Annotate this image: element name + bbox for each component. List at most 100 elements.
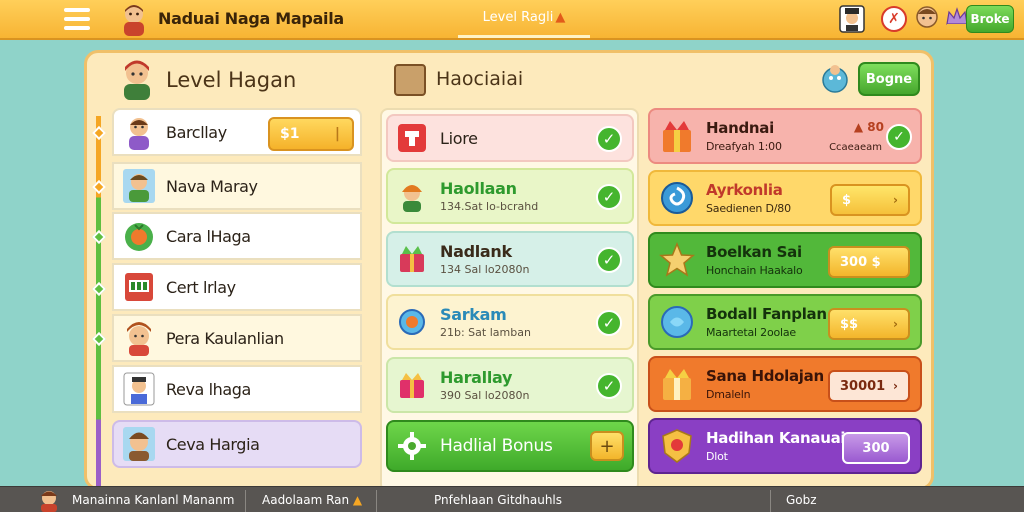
gift-icon xyxy=(400,373,424,398)
price-button[interactable]: $ › xyxy=(830,184,910,216)
player-name: Reva lhaga xyxy=(166,379,251,399)
bottom-item-status[interactable]: Pnfehlaan Gitdhauhls xyxy=(434,493,562,507)
price-button[interactable]: $$ › xyxy=(828,308,910,340)
badge-value: 80 xyxy=(867,120,884,134)
gift-icon xyxy=(663,369,691,400)
list-item[interactable]: Sana Hdolajan Dmaleln 30001 › xyxy=(648,356,922,412)
flame-icon: ▲ xyxy=(555,10,566,25)
list-item[interactable]: Reva lhaga xyxy=(112,365,362,413)
item-title: Haollaan xyxy=(440,179,517,198)
progress-timeline xyxy=(96,116,101,486)
list-item[interactable]: Nava Maray xyxy=(112,162,362,210)
flame-icon: ▲ xyxy=(349,493,363,507)
list-item[interactable]: Haollaan 134.Sat lo-bcrahd ✓ xyxy=(386,168,634,224)
swirl-icon xyxy=(661,182,693,214)
item-title: Bodall Fanplan xyxy=(706,305,827,323)
price-value: $$ xyxy=(840,316,859,332)
coin-button[interactable]: $1 | xyxy=(268,117,354,151)
item-subtitle: Saedienen D/80 xyxy=(706,202,791,215)
player-list: Barcllay $1 | Nava Maray Cara lHaga Cert … xyxy=(91,106,366,491)
bonus-button[interactable]: Hadlial Bonus + xyxy=(386,420,634,472)
bottom-item-more[interactable]: Gobz xyxy=(786,493,817,507)
chevron-right-icon: › xyxy=(893,317,898,331)
face-icon[interactable] xyxy=(914,4,940,32)
divider xyxy=(245,490,246,512)
avatar-icon xyxy=(127,322,151,356)
list-item[interactable]: Ceva Hargia xyxy=(112,420,362,468)
tab-level-label: Level Ragli xyxy=(482,10,554,25)
check-icon: ✓ xyxy=(596,184,622,210)
gift-icon xyxy=(663,121,691,152)
list-item[interactable]: Handnai Dreafyah 1:00 ▲ 80 Ccaeaeam ✓ xyxy=(648,108,922,164)
divider xyxy=(770,490,771,512)
divider xyxy=(376,490,377,512)
item-subtitle: Ccaeaeam xyxy=(829,142,882,153)
price-value: 30001 xyxy=(840,378,886,394)
player-avatar-icon xyxy=(124,60,150,100)
list-item[interactable]: Sarkam 21b: Sat lamban ✓ xyxy=(386,294,634,350)
item-title: Liore xyxy=(440,128,478,148)
item-title: Hadihan Kanauai xyxy=(706,429,846,447)
tab-level[interactable]: Level Ragli ▲ xyxy=(458,0,590,38)
coin-value: $1 xyxy=(280,126,300,142)
list-item[interactable]: Nadlank 134 Sal lo2080n ✓ xyxy=(386,231,634,287)
avatar-icon[interactable] xyxy=(36,488,62,512)
list-item[interactable]: Cert lrlay xyxy=(112,263,362,311)
list-item[interactable]: Bodall Fanplan Maartetal 2oolae $$ › xyxy=(648,294,922,350)
avatar-icon[interactable] xyxy=(118,2,150,36)
list-item[interactable]: Ayrkonlia Saedienen D/80 $ › xyxy=(648,170,922,226)
list-item[interactable]: Cara lHaga xyxy=(112,212,362,260)
item-subtitle: Honchain Haakalo xyxy=(706,264,803,277)
item-subtitle: Dreafyah 1:00 xyxy=(706,140,782,153)
panel-action-button[interactable]: Bogne xyxy=(858,62,920,96)
price-button[interactable]: 300 $ xyxy=(828,246,910,278)
check-icon: ✓ xyxy=(596,310,622,336)
price-value: 300 $ xyxy=(840,254,881,270)
item-title: Sarkam xyxy=(440,305,507,324)
item-subtitle: 21b: Sat lamban xyxy=(440,326,531,339)
list-item[interactable]: Hadihan Kanauai Dlot 300 xyxy=(648,418,922,474)
level-title: Level Hagan xyxy=(166,68,297,92)
avatar-icon xyxy=(123,169,155,203)
gift-icon xyxy=(400,246,424,272)
player-name: Ceva Hargia xyxy=(166,434,260,454)
avatar-icon xyxy=(129,118,149,150)
tomato-icon xyxy=(125,223,153,251)
item-title: Handnai xyxy=(706,119,774,137)
bottom-item-rank[interactable]: Aadolaam Ran ▲ xyxy=(262,493,362,507)
top-action-button[interactable]: Broke xyxy=(966,5,1014,33)
item-title: Ayrkonlia xyxy=(706,181,783,199)
bottom-item-rank-label: Aadolaam Ran xyxy=(262,493,350,507)
shield-icon xyxy=(662,429,692,463)
list-item[interactable]: Liore ✓ xyxy=(386,114,634,162)
menu-icon[interactable] xyxy=(64,8,90,30)
close-icon[interactable]: ✗ xyxy=(881,6,907,32)
list-item[interactable]: Harallay 390 Sal lo2080n ✓ xyxy=(386,357,634,413)
price-button[interactable]: 300 xyxy=(842,432,910,464)
list-item[interactable]: Boelkan Sai Honchain Haakalo 300 $ xyxy=(648,232,922,288)
chevron-right-icon: › xyxy=(893,193,898,207)
list-item[interactable]: Barcllay $1 | xyxy=(112,108,362,156)
bottom-item-profile[interactable]: Manainna Kanlanl Mananm xyxy=(72,493,234,507)
shop-icon xyxy=(394,64,426,96)
chef-icon[interactable] xyxy=(838,4,866,34)
orb-icon xyxy=(661,306,693,338)
item-title: Boelkan Sai xyxy=(706,243,802,261)
badge-icon: ▲ xyxy=(853,120,868,134)
medal-icon xyxy=(399,309,425,335)
player-name: Nava Maray xyxy=(166,176,258,196)
add-bonus-button[interactable]: + xyxy=(590,431,624,461)
price-button[interactable]: 30001 › xyxy=(828,370,910,402)
gear-icon xyxy=(398,432,426,460)
player-name: Cara lHaga xyxy=(166,226,251,246)
reward-badge: ▲ 80 xyxy=(854,120,884,134)
player-name: Pera Kaulanlian xyxy=(166,328,284,348)
item-subtitle: 134 Sal lo2080n xyxy=(440,263,530,276)
item-title: Nadlank xyxy=(440,242,512,261)
reward-list: Handnai Dreafyah 1:00 ▲ 80 Ccaeaeam ✓ Ayr… xyxy=(646,106,924,492)
list-item[interactable]: Pera Kaulanlian xyxy=(112,314,362,362)
price-value: 300 xyxy=(862,440,890,456)
check-icon: ✓ xyxy=(596,247,622,273)
slot-machine-icon xyxy=(125,273,153,301)
shop-title: Haociaiai xyxy=(436,68,524,90)
